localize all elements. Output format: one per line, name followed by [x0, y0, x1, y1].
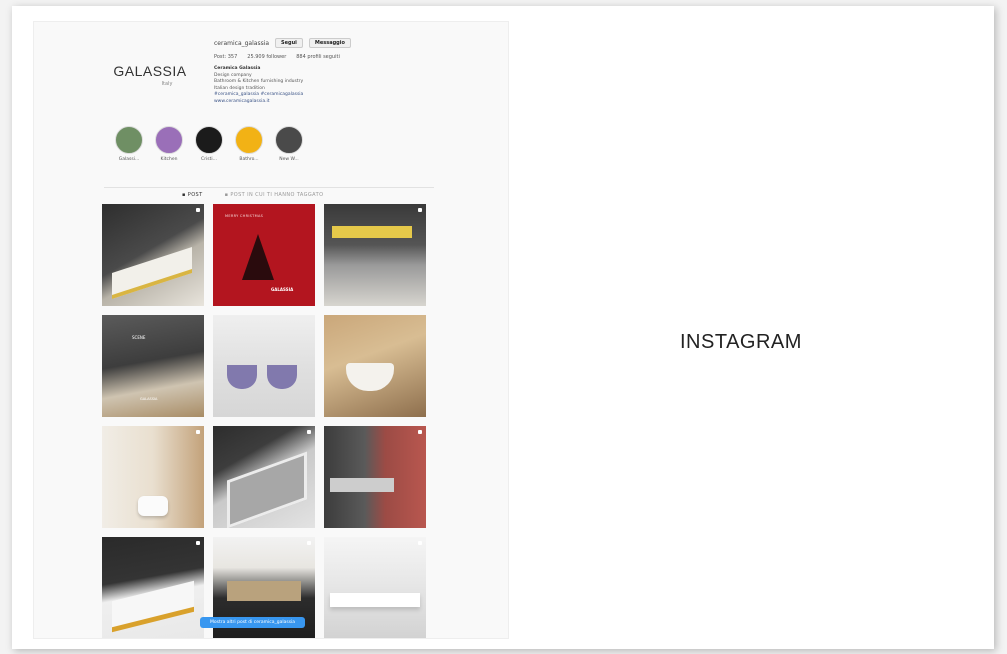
post-tile-red-wall[interactable] [324, 426, 426, 528]
post-tile-vanity[interactable] [324, 204, 426, 306]
multi-image-icon [418, 430, 422, 434]
show-more-button[interactable]: Mostra altri post di ceramica_galassia [200, 617, 306, 628]
post-tile-christmas[interactable]: MERRY CHRISTMAS GALASSIA [213, 204, 315, 306]
highlight-label: Kitchen [160, 157, 178, 162]
highlight-cover [155, 126, 183, 154]
post-tile-shower[interactable]: SCENE GALASSIA [102, 315, 204, 417]
posts-count: Post: 357 [214, 54, 238, 60]
highlight-label: Galassi... [118, 157, 140, 162]
highlight-cover [235, 126, 263, 154]
tab-posts[interactable]: ▪ POST [182, 192, 203, 198]
logo-text: GALASSIA [113, 63, 187, 79]
highlight-item[interactable]: New W... [274, 126, 304, 162]
highlight-label: Cristi... [201, 157, 217, 162]
highlight-item[interactable]: Galassi... [114, 126, 144, 162]
profile-logo[interactable]: GALASSIA Italy [106, 47, 194, 115]
tabs-divider [104, 187, 434, 188]
christmas-tree-icon [242, 234, 274, 280]
following-count[interactable]: 884 profili seguiti [296, 54, 340, 60]
multi-image-icon [196, 541, 200, 545]
tab-tagged[interactable]: ▪ POST IN CUI TI HANNO TAGGATO [225, 192, 324, 198]
follow-button[interactable]: Segui [275, 38, 303, 48]
username: ceramica_galassia [214, 39, 270, 47]
post-caption: SCENE [132, 335, 146, 340]
basin-shape [267, 365, 297, 389]
post-tile-double-basin[interactable] [324, 537, 426, 638]
website-link[interactable]: www.ceramicagalassia.it [214, 99, 414, 106]
multi-image-icon [307, 430, 311, 434]
post-tile-yellow-bathtub[interactable] [102, 537, 204, 638]
profile-header-row: ceramica_galassia Segui Messaggio [214, 37, 351, 49]
multi-image-icon [307, 541, 311, 545]
instagram-profile-screenshot: GALASSIA Italy ceramica_galassia Segui M… [33, 21, 509, 639]
post-caption: MERRY CHRISTMAS [225, 214, 264, 218]
multi-image-icon [418, 541, 422, 545]
profile-tabs: ▪ POST ▪ POST IN CUI TI HANNO TAGGATO [182, 192, 323, 198]
logo-subtext: Italy [161, 81, 173, 87]
highlight-cover [275, 126, 303, 154]
slide-label: INSTAGRAM [680, 331, 802, 353]
post-tile-wall-basin[interactable] [324, 315, 426, 417]
multi-image-icon [418, 208, 422, 212]
profile-stats: Post: 357 25.909 follower 884 profili se… [214, 54, 340, 60]
post-tile-long-basin[interactable] [213, 426, 315, 528]
story-highlights: Galassi... Kitchen Cristi... Bathro... N… [114, 126, 304, 162]
highlight-label: Bathro... [239, 157, 259, 162]
highlight-item[interactable]: Cristi... [194, 126, 224, 162]
multi-image-icon [196, 208, 200, 212]
profile-bio: Ceramica Galassia Design company Bathroo… [214, 66, 414, 105]
post-caption: GALASSIA [271, 287, 294, 292]
basin-shape [227, 365, 257, 389]
highlight-cover [115, 126, 143, 154]
highlight-item[interactable]: Bathro... [234, 126, 264, 162]
highlight-cover [195, 126, 223, 154]
followers-count[interactable]: 25.909 follower [247, 54, 286, 60]
highlight-item[interactable]: Kitchen [154, 126, 184, 162]
slide-page: GALASSIA Italy ceramica_galassia Segui M… [12, 6, 994, 649]
post-tile-purple-basins[interactable] [213, 315, 315, 417]
message-button[interactable]: Messaggio [308, 38, 351, 48]
highlight-label: New W... [279, 157, 299, 162]
post-tile-wc[interactable] [102, 426, 204, 528]
post-caption: GALASSIA [140, 397, 158, 401]
multi-image-icon [196, 430, 200, 434]
post-tile-bathtub[interactable] [102, 204, 204, 306]
posts-grid: MERRY CHRISTMAS GALASSIA SCENE GALASSIA [102, 204, 426, 638]
